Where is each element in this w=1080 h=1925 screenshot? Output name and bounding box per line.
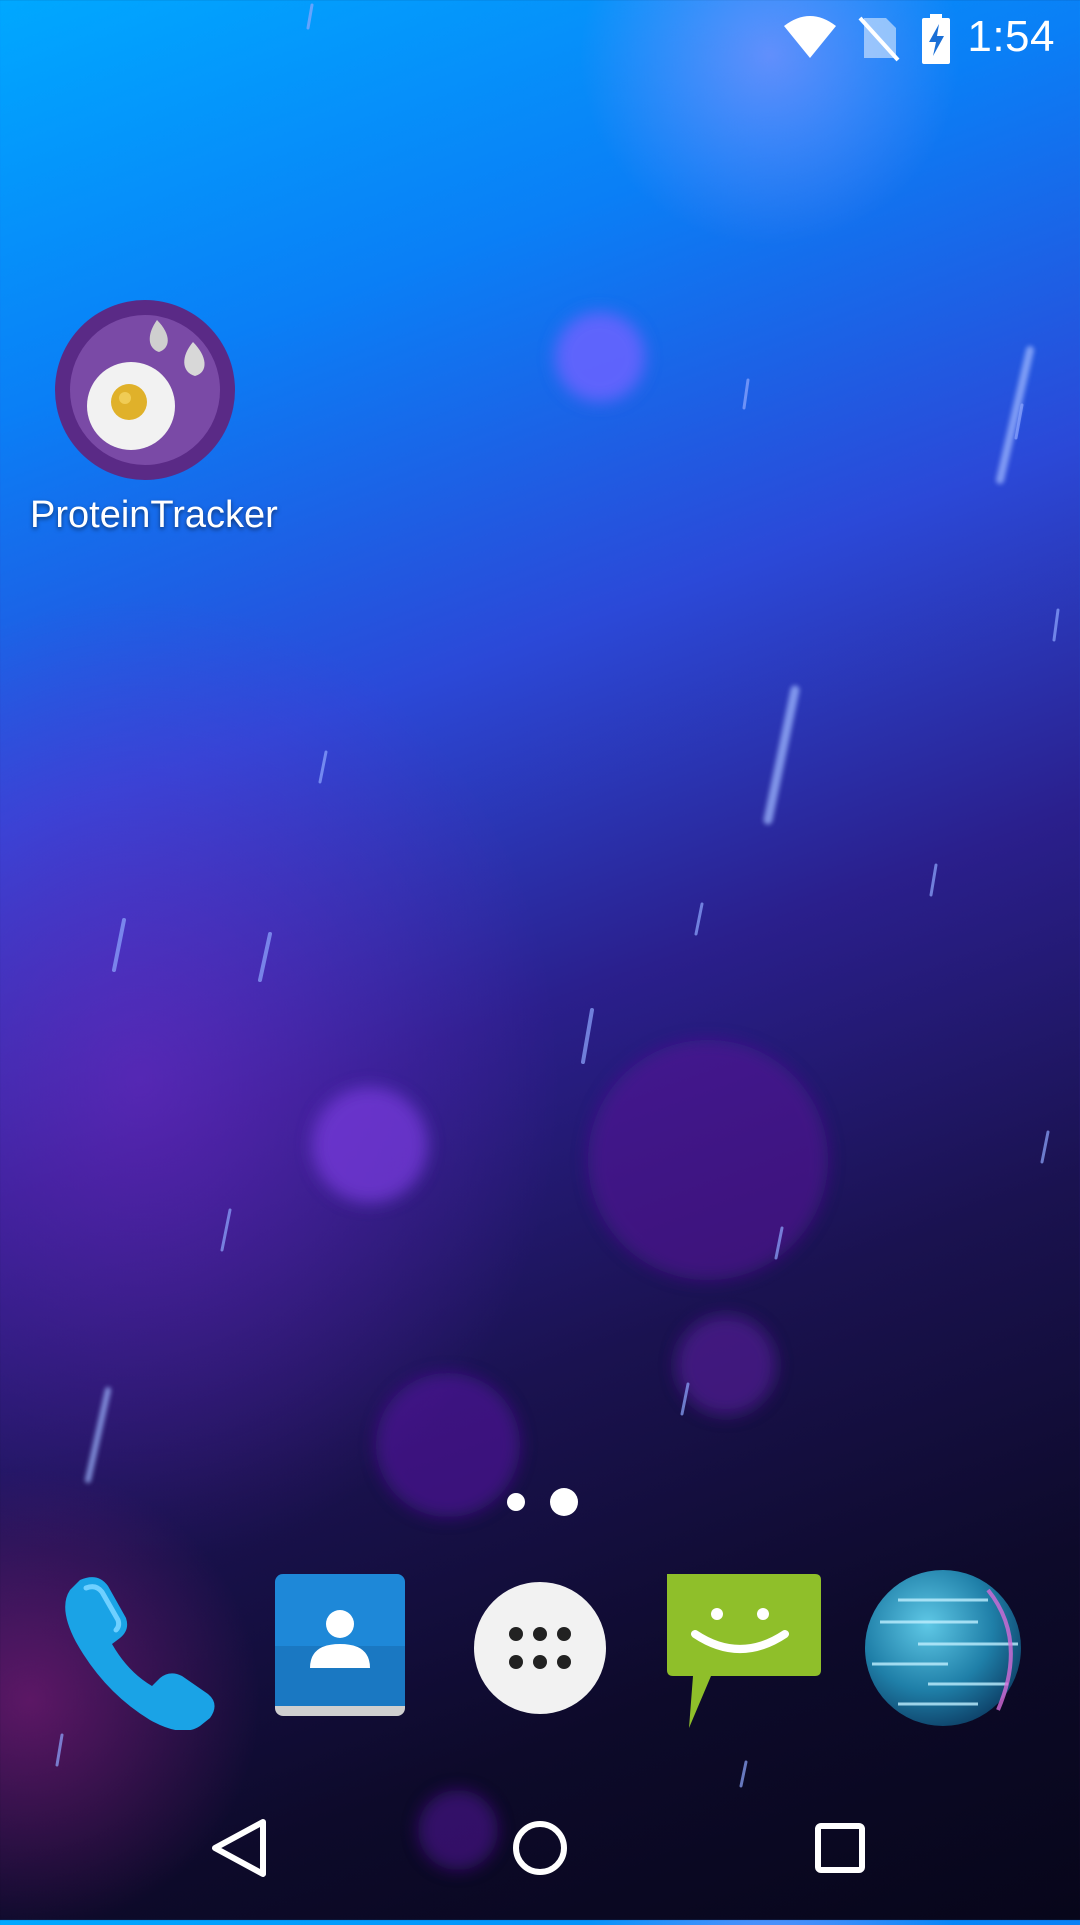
dock-contacts-button[interactable]: [255, 1560, 425, 1730]
wifi-icon: [784, 16, 836, 58]
page-indicator: [0, 1486, 1080, 1516]
status-bar: 1:54: [0, 0, 1080, 78]
back-icon: [212, 1819, 266, 1877]
page-dot-2-active: [550, 1488, 578, 1516]
dock-phone-button[interactable]: [50, 1560, 220, 1731]
status-time: 1:54: [967, 12, 1055, 61]
messaging-icon: [667, 1574, 821, 1728]
protein-tracker-app[interactable]: ProteinTracker: [30, 300, 278, 537]
globe-icon: [865, 1570, 1021, 1726]
dock-messaging-button[interactable]: [655, 1560, 825, 1730]
home-icon: [513, 1821, 567, 1875]
phone-icon: [65, 1577, 215, 1731]
navigation-bar: [0, 1790, 1080, 1920]
dock-app-drawer-button[interactable]: [455, 1560, 625, 1730]
recents-icon: [815, 1823, 865, 1873]
page-dot-1: [507, 1493, 525, 1511]
app-drawer-icon: [474, 1582, 606, 1714]
no-sim-icon: [858, 16, 900, 62]
protein-tracker-label: ProteinTracker: [30, 494, 278, 536]
protein-tracker-egg-icon: [55, 300, 235, 480]
dock-browser-button[interactable]: [858, 1560, 1028, 1730]
nav-recents-button[interactable]: [775, 1790, 905, 1920]
battery-charging-icon: [922, 14, 950, 64]
nav-home-button[interactable]: [475, 1790, 605, 1920]
contacts-icon: [275, 1574, 405, 1716]
nav-back-button[interactable]: [175, 1790, 305, 1920]
